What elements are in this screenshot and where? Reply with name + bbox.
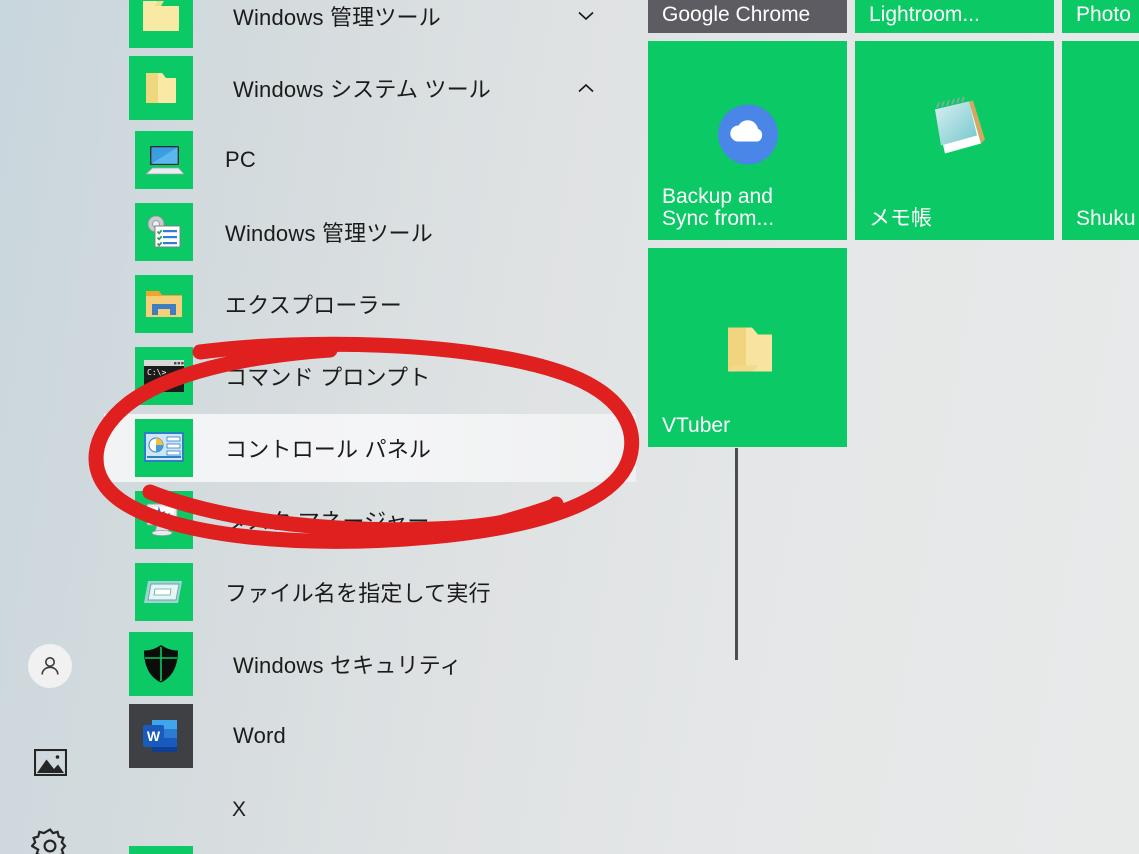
tile-label: VTuber [662,414,731,438]
folder-open-icon [718,322,778,383]
list-item-label: ファイル名を指定して実行 [225,581,491,606]
list-item[interactable]: Windows セキュリティ [104,632,636,696]
tile-label: Google Chrome [662,3,811,26]
list-item[interactable]: W Word [104,704,636,768]
tile-label: Shuku [1076,207,1136,231]
tile-shukusho[interactable]: Shuku [1062,41,1139,240]
user-account-button[interactable] [26,642,74,690]
tile-label: Backup and Sync from... [662,184,775,231]
svg-text:C:\>: C:\> [147,368,166,377]
list-item-label: Windows 管理ツール [225,221,433,246]
list-item-label: タスク マネージャー [225,509,430,534]
control-panel-icon [135,419,193,477]
tile-photoshop[interactable]: Photo [1062,0,1139,33]
backup-and-sync-icon [717,104,779,171]
file-explorer-icon [135,275,193,333]
chevron-up-icon[interactable] [576,78,596,98]
list-item[interactable]: エクスプローラー [104,272,636,336]
list-item[interactable]: PC [104,128,636,192]
list-item[interactable]: Windows システム ツール [104,56,636,120]
start-menu: Windows 管理ツール Windows システム ツール PC Window… [0,0,1139,854]
notepad-icon [919,96,991,163]
picture-icon [33,748,67,776]
folder-closed-icon [129,0,193,48]
list-item-label: エクスプローラー [225,293,402,318]
list-item-control-panel[interactable]: コントロール パネル [104,414,636,482]
avatar [28,644,72,688]
user-avatar-icon [41,657,59,675]
list-item[interactable]: タスク マネージャー [104,488,636,552]
tile-lightroom[interactable]: Lightroom... [855,0,1054,33]
tile-notepad[interactable]: メモ帳 [855,41,1054,240]
start-menu-app-list[interactable]: Windows 管理ツール Windows システム ツール PC Window… [104,0,738,854]
run-dialog-icon [135,563,193,621]
list-item-label: コントロール パネル [225,437,432,462]
list-item[interactable]: ファイル名を指定して実行 [104,560,636,624]
svg-text:W: W [147,728,161,744]
list-item-label: コマンド プロンプト [225,365,431,390]
shield-icon [129,632,193,696]
list-item[interactable]: Windows 管理ツール [104,0,636,48]
tile-vtuber[interactable]: VTuber [648,248,847,447]
list-item[interactable]: C:\> コマンド プロンプト [104,344,636,408]
list-item-label: PC [225,147,256,172]
list-item[interactable]: Windows 管理ツール [104,200,636,264]
folder-open-icon [129,56,193,120]
gear-icon [31,828,67,854]
tile-backup-and-sync[interactable]: Backup and Sync from... [648,41,847,240]
admin-tools-icon [135,203,193,261]
command-prompt-icon: C:\> [135,347,193,405]
tile-label: メモ帳 [869,207,932,231]
list-item-label: Windows システム ツール [233,77,492,102]
tile-label: Lightroom... [869,3,980,26]
list-item-label: Windows セキュリティ [233,653,462,678]
this-pc-icon [135,131,193,189]
start-menu-left-rail [0,0,104,854]
start-menu-tile-area: Google Chrome Lightroom... Photo Backup … [648,0,1139,854]
app-tile-icon [129,846,193,854]
list-item-label: Word [233,723,286,748]
tile-label: Photo [1076,3,1131,26]
section-header-x[interactable]: X [232,798,246,822]
word-icon: W [129,704,193,768]
pictures-button[interactable] [26,738,74,786]
settings-button[interactable] [26,822,74,854]
chevron-down-icon[interactable] [576,6,596,26]
task-manager-icon [135,491,193,549]
list-item-label: Windows 管理ツール [233,5,441,30]
list-item[interactable] [104,846,636,854]
tile-google-chrome[interactable]: Google Chrome [648,0,847,33]
